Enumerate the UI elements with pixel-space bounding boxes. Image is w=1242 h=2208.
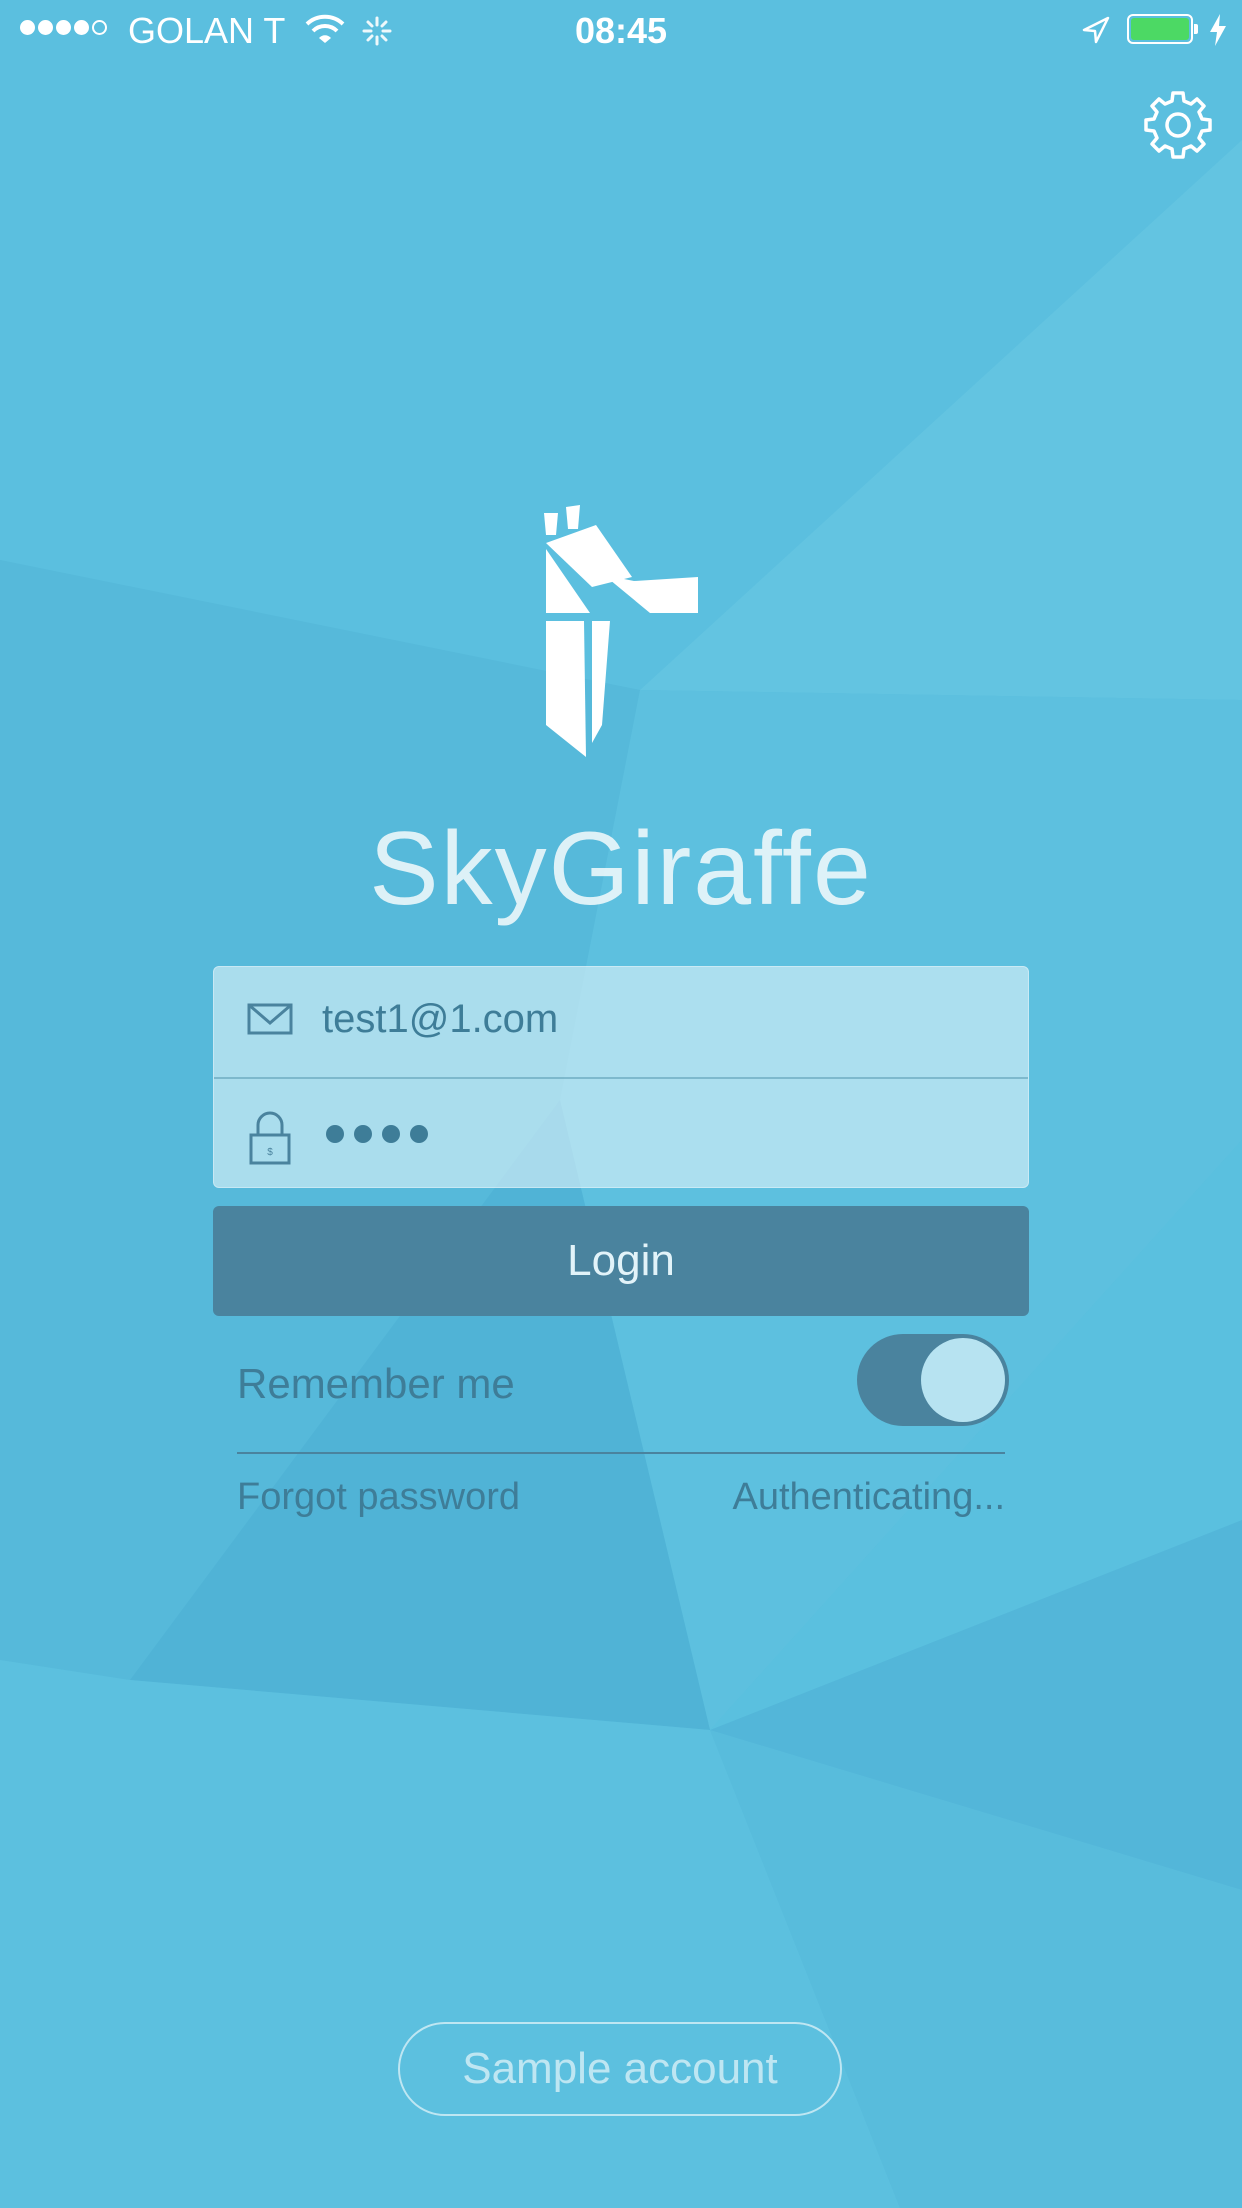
skygiraffe-logo bbox=[544, 505, 698, 757]
email-input[interactable] bbox=[322, 997, 972, 1042]
envelope-icon bbox=[247, 1003, 293, 1035]
settings-gear-icon[interactable] bbox=[1143, 90, 1213, 160]
login-credentials-box: $ bbox=[213, 966, 1029, 1188]
toggle-knob bbox=[921, 1338, 1005, 1422]
login-button[interactable]: Login bbox=[213, 1206, 1029, 1316]
charging-bolt-icon bbox=[1210, 14, 1226, 46]
status-bar: GOLAN T 08:45 bbox=[0, 0, 1242, 62]
battery-icon bbox=[1127, 14, 1198, 44]
svg-text:$: $ bbox=[267, 1147, 273, 1158]
email-field-row bbox=[214, 967, 1028, 1079]
location-arrow-icon bbox=[1082, 16, 1110, 44]
clock: 08:45 bbox=[574, 10, 668, 51]
sample-account-button[interactable]: Sample account bbox=[398, 2022, 842, 2116]
lock-icon: $ bbox=[249, 1111, 291, 1165]
remember-me-label: Remember me bbox=[237, 1360, 515, 1407]
remember-me-toggle[interactable] bbox=[857, 1334, 1009, 1426]
authentication-status: Authenticating... bbox=[732, 1476, 1005, 1518]
password-field-row: $ bbox=[214, 1079, 1028, 1189]
forgot-password-link[interactable]: Forgot password bbox=[237, 1476, 520, 1519]
password-input[interactable] bbox=[326, 1115, 428, 1143]
remember-me-row: Remember me bbox=[237, 1330, 1009, 1454]
brand-wordmark: SkyGiraffe bbox=[369, 811, 873, 927]
